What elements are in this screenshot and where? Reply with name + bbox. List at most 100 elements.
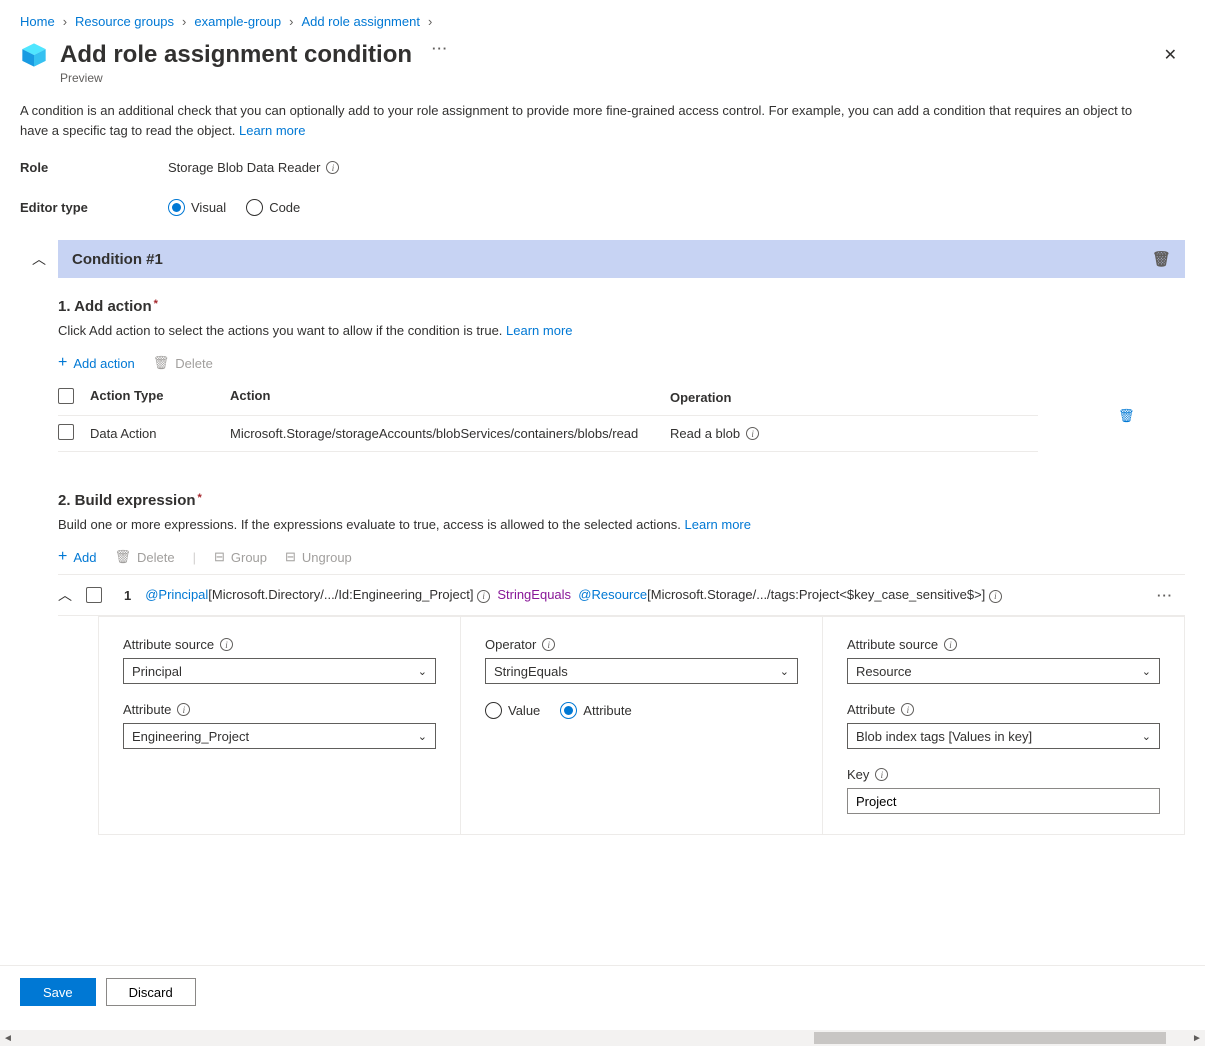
horizontal-scrollbar[interactable]: ◄ ► (0, 1030, 1205, 1046)
ungroup-button: ⊟ Ungroup (285, 549, 352, 565)
radio-label: Visual (191, 200, 226, 215)
info-icon[interactable]: i (989, 590, 1002, 603)
page-subtitle: Preview (60, 71, 412, 85)
required-icon: * (154, 298, 158, 310)
chevron-down-icon: ⌄ (780, 665, 789, 678)
info-icon[interactable]: i (944, 638, 957, 651)
info-icon[interactable]: i (326, 161, 339, 174)
radio-label: Value (508, 703, 540, 718)
radio-icon (246, 199, 263, 216)
info-icon[interactable]: i (875, 768, 888, 781)
more-icon[interactable]: ··· (1157, 588, 1173, 603)
learn-more-link[interactable]: Learn more (239, 123, 305, 138)
footer: Save Discard (0, 965, 1205, 1018)
content-scroll[interactable]: A condition is an additional check that … (0, 101, 1205, 982)
editor-type-label: Editor type (20, 200, 168, 215)
table-header: Action Type Action Operation (58, 380, 1038, 416)
cube-icon (20, 41, 48, 69)
expression-number: 1 (124, 588, 131, 603)
radio-icon (485, 702, 502, 719)
attribute-radio[interactable]: Attribute (560, 702, 631, 719)
field-label: Attribute sourcei (847, 637, 1160, 652)
expression-summary: @Principal[Microsoft.Directory/.../Id:En… (145, 587, 1002, 603)
chevron-down-icon: ⌄ (1142, 665, 1151, 678)
cell: Data Action (90, 426, 230, 441)
expression-checkbox[interactable] (86, 587, 102, 603)
cell: Read a blob (670, 426, 740, 441)
field-label: Operatori (485, 637, 798, 652)
page-title: Add role assignment condition (60, 41, 412, 69)
delete-condition-button[interactable]: 🗑 (1152, 250, 1171, 268)
editor-type-code-radio[interactable]: Code (246, 199, 300, 216)
condition-title: Condition #1 (72, 251, 163, 268)
attribute-select[interactable]: Blob index tags [Values in key]⌄ (847, 723, 1160, 749)
breadcrumb: Home › Resource groups › example-group ›… (0, 0, 1205, 37)
chevron-down-icon: ⌄ (418, 665, 427, 678)
attribute-source-select[interactable]: Principal⌄ (123, 658, 436, 684)
close-icon[interactable]: ✕ (1164, 45, 1177, 65)
separator: | (193, 550, 196, 565)
description-text: A condition is an additional check that … (20, 103, 1132, 138)
description: A condition is an additional check that … (20, 101, 1140, 140)
info-icon[interactable]: i (477, 590, 490, 603)
scroll-left-icon[interactable]: ◄ (0, 1030, 16, 1046)
more-icon[interactable]: ··· (432, 41, 448, 56)
editor-type-visual-radio[interactable]: Visual (168, 199, 226, 216)
section-title: 2. Build expression* (58, 492, 1185, 509)
section-description: Click Add action to select the actions y… (58, 323, 1185, 338)
collapse-icon[interactable]: ︿ (32, 249, 46, 269)
chevron-right-icon: › (63, 14, 67, 29)
radio-icon (168, 199, 185, 216)
field-label: Attributei (123, 702, 436, 717)
discard-button[interactable]: Discard (106, 978, 196, 1006)
radio-label: Attribute (583, 703, 631, 718)
table-row: Data Action Microsoft.Storage/storageAcc… (58, 416, 1038, 452)
learn-more-link[interactable]: Learn more (685, 517, 751, 532)
attribute-source-select[interactable]: Resource⌄ (847, 658, 1160, 684)
collapse-icon[interactable]: ︿ (58, 585, 72, 605)
radio-label: Code (269, 200, 300, 215)
select-all-checkbox[interactable] (58, 388, 74, 404)
delete-row-button[interactable]: 🗑 (1118, 408, 1135, 424)
plus-icon: + (58, 354, 67, 372)
cell: Microsoft.Storage/storageAccounts/blobSe… (230, 426, 670, 441)
ungroup-icon: ⊟ (285, 549, 296, 565)
save-button[interactable]: Save (20, 978, 96, 1006)
attribute-select[interactable]: Engineering_Project⌄ (123, 723, 436, 749)
learn-more-link[interactable]: Learn more (506, 323, 572, 338)
add-action-button[interactable]: + Add action (58, 354, 135, 372)
breadcrumb-link[interactable]: Add role assignment (301, 14, 420, 29)
section-description: Build one or more expressions. If the ex… (58, 517, 1185, 532)
delete-action-button: 🗑 Delete (153, 355, 213, 371)
row-checkbox[interactable] (58, 424, 74, 440)
key-input[interactable] (847, 788, 1160, 814)
group-button: ⊟ Group (214, 549, 267, 565)
trash-icon: 🗑 (153, 355, 170, 371)
info-icon[interactable]: i (542, 638, 555, 651)
value-radio[interactable]: Value (485, 702, 540, 719)
add-expression-button[interactable]: + Add (58, 548, 96, 566)
info-icon[interactable]: i (901, 703, 914, 716)
breadcrumb-link[interactable]: Resource groups (75, 14, 174, 29)
page-header: Add role assignment condition Preview ··… (0, 37, 1205, 101)
breadcrumb-link[interactable]: example-group (194, 14, 281, 29)
operator-select[interactable]: StringEquals⌄ (485, 658, 798, 684)
col-header: Action Type (90, 388, 230, 407)
chevron-right-icon: › (182, 14, 186, 29)
info-icon[interactable]: i (220, 638, 233, 651)
scroll-right-icon[interactable]: ► (1189, 1030, 1205, 1046)
col-header: Operation (670, 388, 1038, 407)
scroll-thumb[interactable] (814, 1032, 1166, 1044)
group-icon: ⊟ (214, 549, 225, 565)
breadcrumb-link[interactable]: Home (20, 14, 55, 29)
info-icon[interactable]: i (746, 427, 759, 440)
role-label: Role (20, 160, 168, 175)
field-label: Keyi (847, 767, 1160, 782)
info-icon[interactable]: i (177, 703, 190, 716)
chevron-right-icon: › (289, 14, 293, 29)
role-value: Storage Blob Data Reader (168, 160, 320, 175)
expression-row: ︿ 1 @Principal[Microsoft.Directory/.../I… (58, 575, 1185, 616)
required-icon: * (198, 492, 202, 504)
chevron-right-icon: › (428, 14, 432, 29)
radio-icon (560, 702, 577, 719)
